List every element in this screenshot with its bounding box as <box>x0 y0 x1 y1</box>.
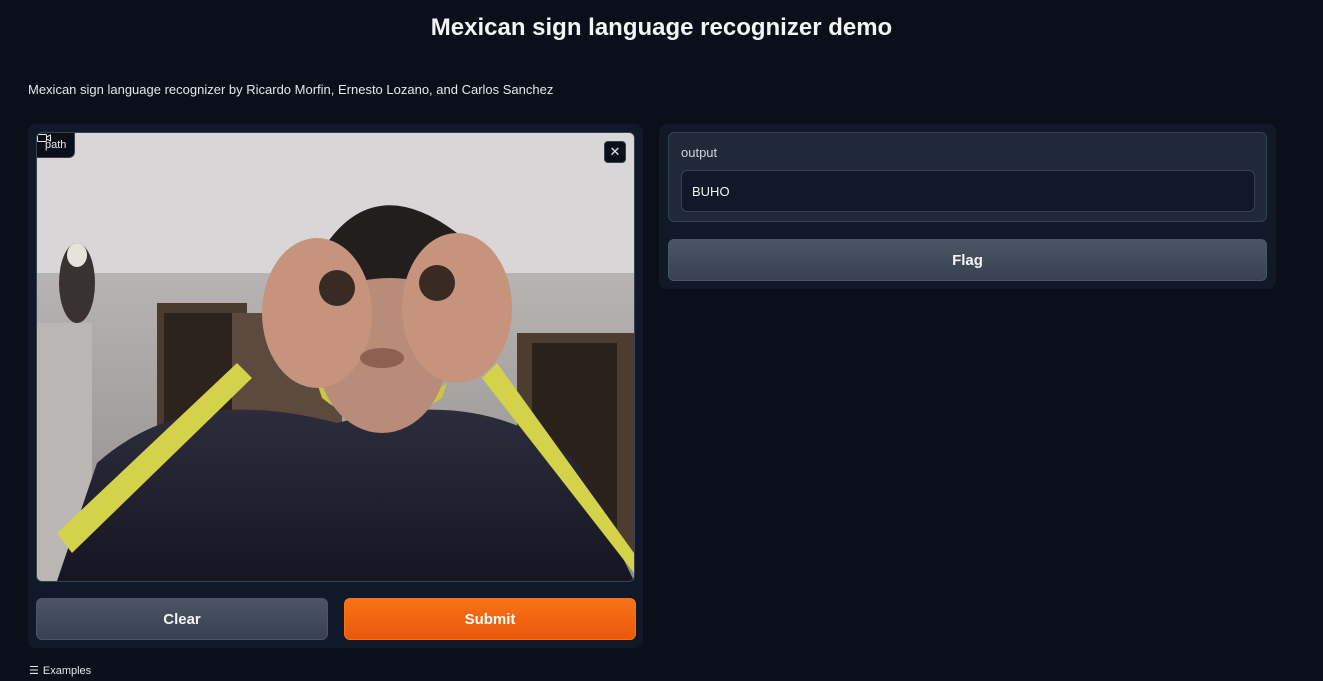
input-panel: path ✕ Clear Submit <box>28 124 643 648</box>
page-description: Mexican sign language recognizer by Rica… <box>28 82 554 97</box>
examples-toggle[interactable]: ☰ Examples <box>29 664 92 678</box>
flag-button[interactable]: Flag <box>668 239 1267 281</box>
output-panel: output BUHO Flag <box>659 124 1276 289</box>
examples-label: Examples <box>42 664 92 677</box>
submit-button[interactable]: Submit <box>344 598 636 640</box>
video-label-badge: path <box>37 133 76 158</box>
webcam-frame-image <box>37 133 634 581</box>
list-icon: ☰ <box>29 665 39 677</box>
output-label: output <box>681 145 718 160</box>
output-block: output BUHO <box>668 132 1267 222</box>
output-textbox[interactable]: BUHO <box>681 170 1255 212</box>
page-title: Mexican sign language recognizer demo <box>430 14 893 41</box>
close-icon[interactable]: ✕ <box>604 141 626 163</box>
video-preview[interactable]: path ✕ <box>36 132 635 582</box>
clear-button[interactable]: Clear <box>36 598 328 640</box>
video-camera-icon <box>37 134 51 142</box>
